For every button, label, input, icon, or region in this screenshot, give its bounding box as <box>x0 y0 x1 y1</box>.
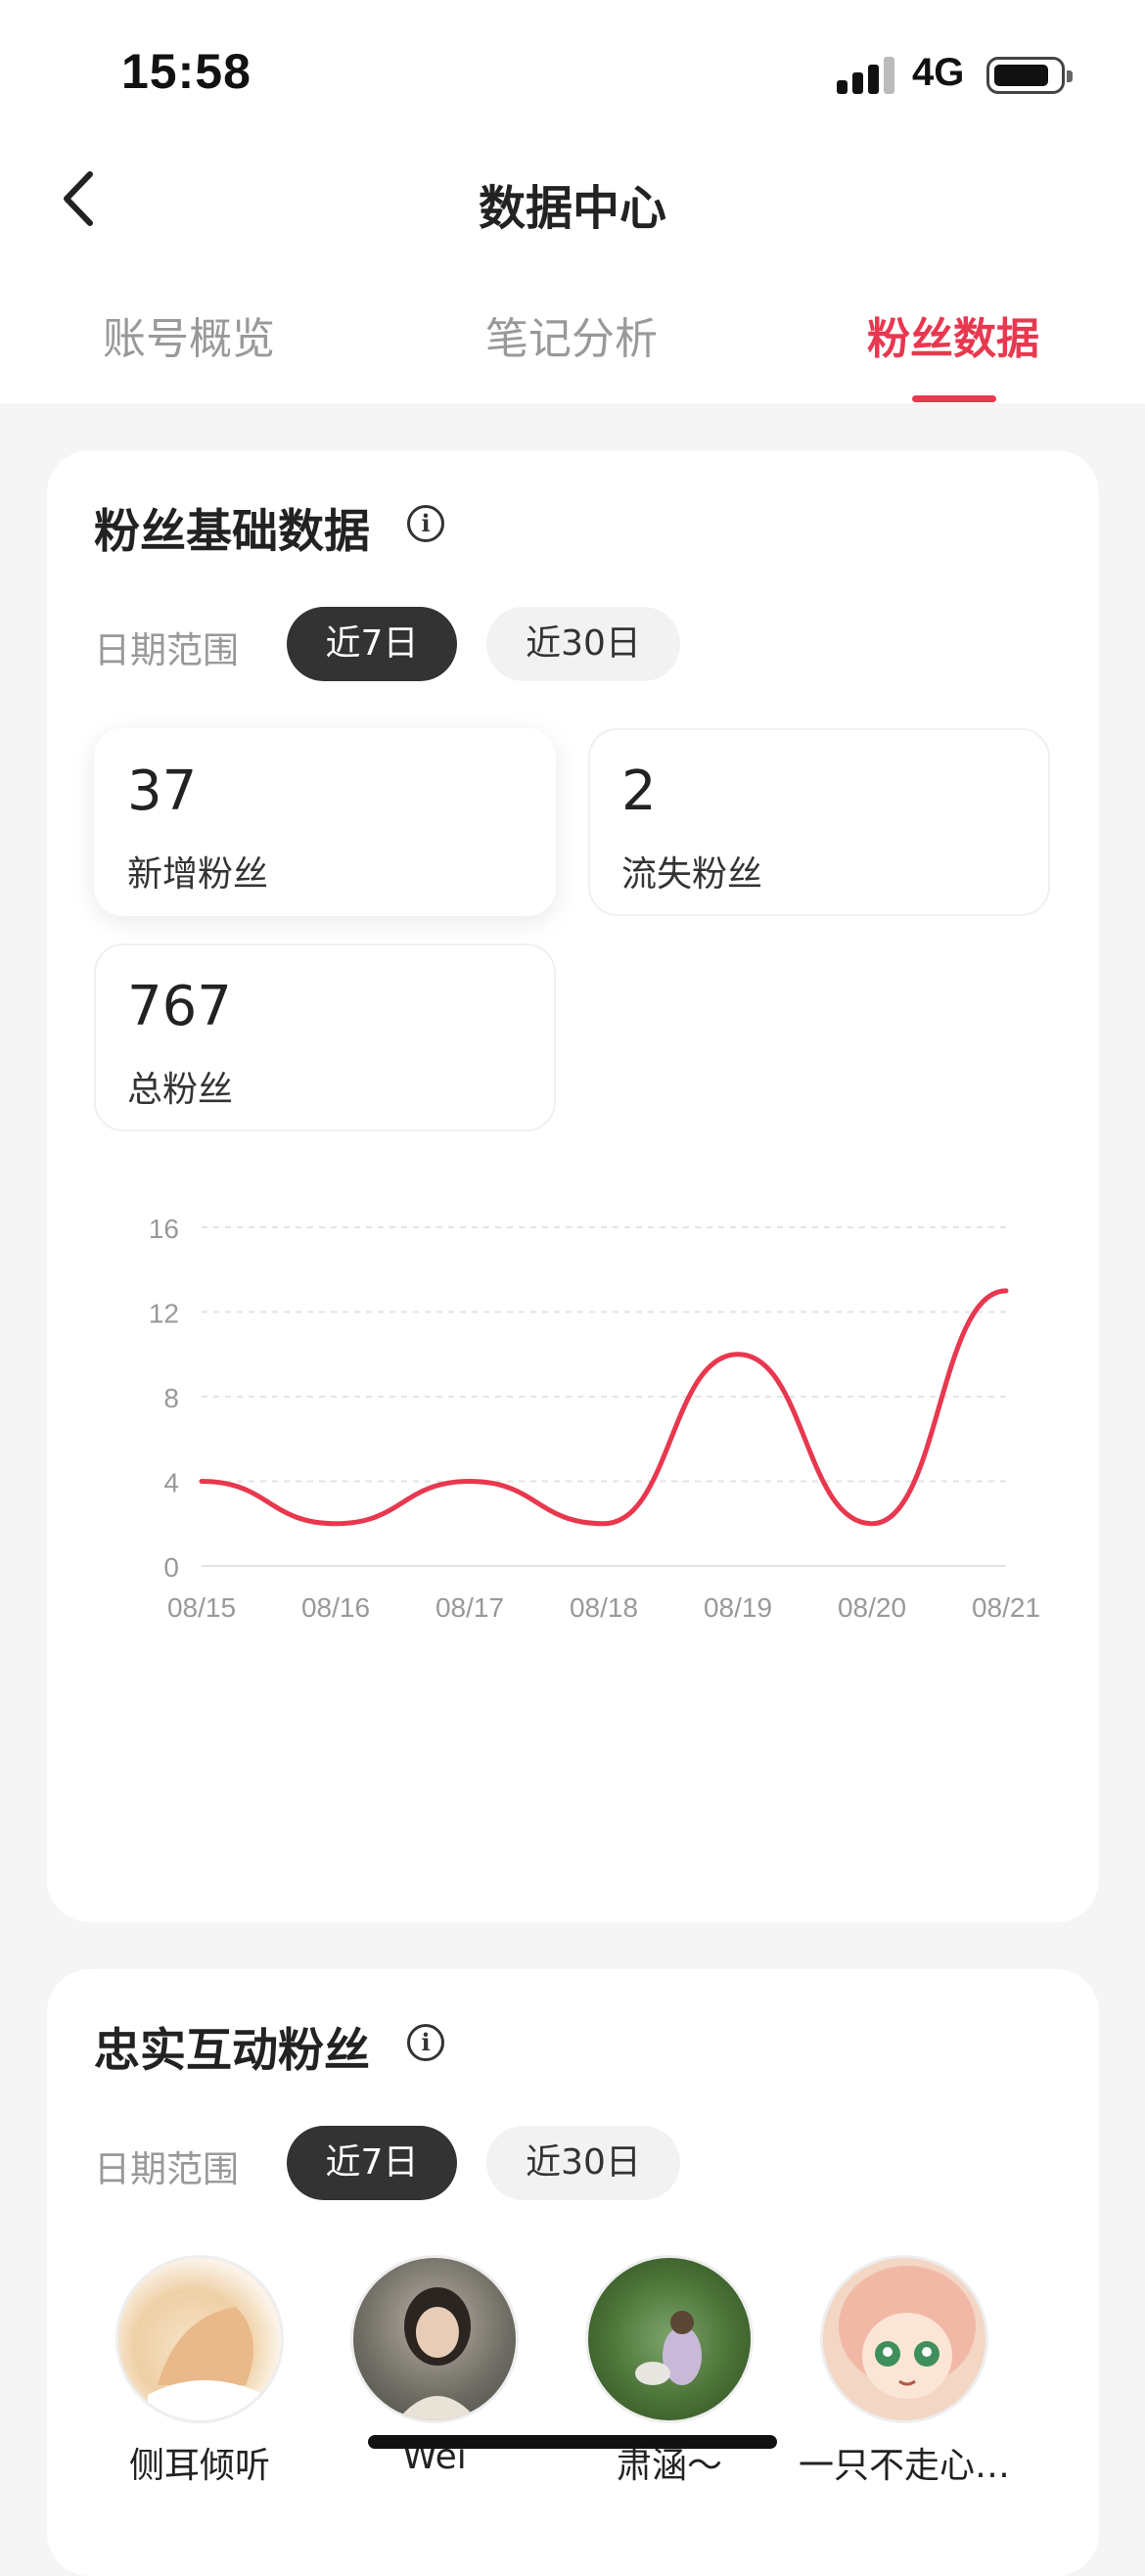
anime-girl-icon <box>823 2258 988 2423</box>
cat-paw-icon <box>118 2258 284 2423</box>
stat-label: 流失粉丝 <box>621 846 762 897</box>
fan-avatar[interactable] <box>585 2255 754 2423</box>
info-icon[interactable]: i <box>407 2024 444 2061</box>
x-tick-label: 08/15 <box>167 1592 236 1623</box>
y-tick-label: 12 <box>149 1299 179 1329</box>
tab-fans-data[interactable]: 粉丝数据 <box>867 303 1039 366</box>
x-tick-label: 08/21 <box>972 1592 1040 1623</box>
battery-icon <box>986 57 1065 94</box>
home-indicator <box>368 2435 777 2449</box>
x-tick-label: 08/16 <box>301 1592 370 1623</box>
signal-icon <box>837 55 895 94</box>
stat-new-fans[interactable]: 37 新增粉丝 <box>94 728 556 916</box>
stat-value: 767 <box>127 975 232 1038</box>
stat-value: 37 <box>127 759 197 823</box>
stat-total-fans[interactable]: 767 总粉丝 <box>94 943 556 1131</box>
x-tick-label: 08/17 <box>435 1592 504 1623</box>
status-time: 15:58 <box>121 43 252 100</box>
x-tick-label: 08/20 <box>838 1592 906 1623</box>
x-tick-label: 08/19 <box>704 1592 772 1623</box>
info-icon[interactable]: i <box>407 505 444 542</box>
card-title: 忠实互动粉丝 <box>94 2012 370 2080</box>
person-photo-icon <box>353 2258 519 2423</box>
card-title: 粉丝基础数据 <box>94 493 370 561</box>
y-tick-label: 4 <box>163 1468 179 1498</box>
range-30d-button[interactable]: 近30日 <box>486 607 680 681</box>
page-title: 数据中心 <box>0 169 1145 238</box>
tab-note-analysis[interactable]: 笔记分析 <box>485 303 658 366</box>
stat-lost-fans[interactable]: 2 流失粉丝 <box>588 728 1050 916</box>
stat-label: 总粉丝 <box>127 1061 233 1112</box>
date-range-label: 日期范围 <box>94 2139 239 2192</box>
fan-name: 侧耳倾听 <box>82 2437 317 2488</box>
date-range-label: 日期范围 <box>94 621 239 673</box>
fan-avatar[interactable] <box>820 2255 988 2423</box>
fans-line-chart: 0 4 8 12 16 08/15 08/16 08/17 08/18 08/19 08/20 08/… <box>47 1214 1099 1723</box>
fan-name: 一只不走心… <box>787 2437 1022 2488</box>
fan-avatar[interactable] <box>115 2255 284 2423</box>
range-7d-button[interactable]: 近7日 <box>287 2126 457 2200</box>
y-tick-label: 8 <box>163 1383 179 1413</box>
y-tick-label: 16 <box>149 1214 179 1244</box>
x-tick-label: 08/18 <box>570 1592 638 1623</box>
tab-account-overview[interactable]: 账号概览 <box>103 303 275 366</box>
fan-avatar[interactable] <box>350 2255 519 2423</box>
outdoor-photo-icon <box>588 2258 754 2423</box>
stat-label: 新增粉丝 <box>127 846 268 897</box>
loyal-fans-card: 忠实互动粉丝 i 日期范围 近7日 近30日 <box>47 1969 1099 2576</box>
y-tick-label: 0 <box>163 1552 179 1583</box>
tab-active-indicator <box>912 395 996 402</box>
network-type: 4G <box>912 51 964 95</box>
fans-basic-card: 粉丝基础数据 i 日期范围 近7日 近30日 37 新增粉丝 2 流失粉丝 76… <box>47 450 1099 1922</box>
range-7d-button[interactable]: 近7日 <box>287 607 457 681</box>
stat-value: 2 <box>621 759 657 823</box>
series-line <box>202 1291 1006 1524</box>
range-30d-button[interactable]: 近30日 <box>486 2126 680 2200</box>
